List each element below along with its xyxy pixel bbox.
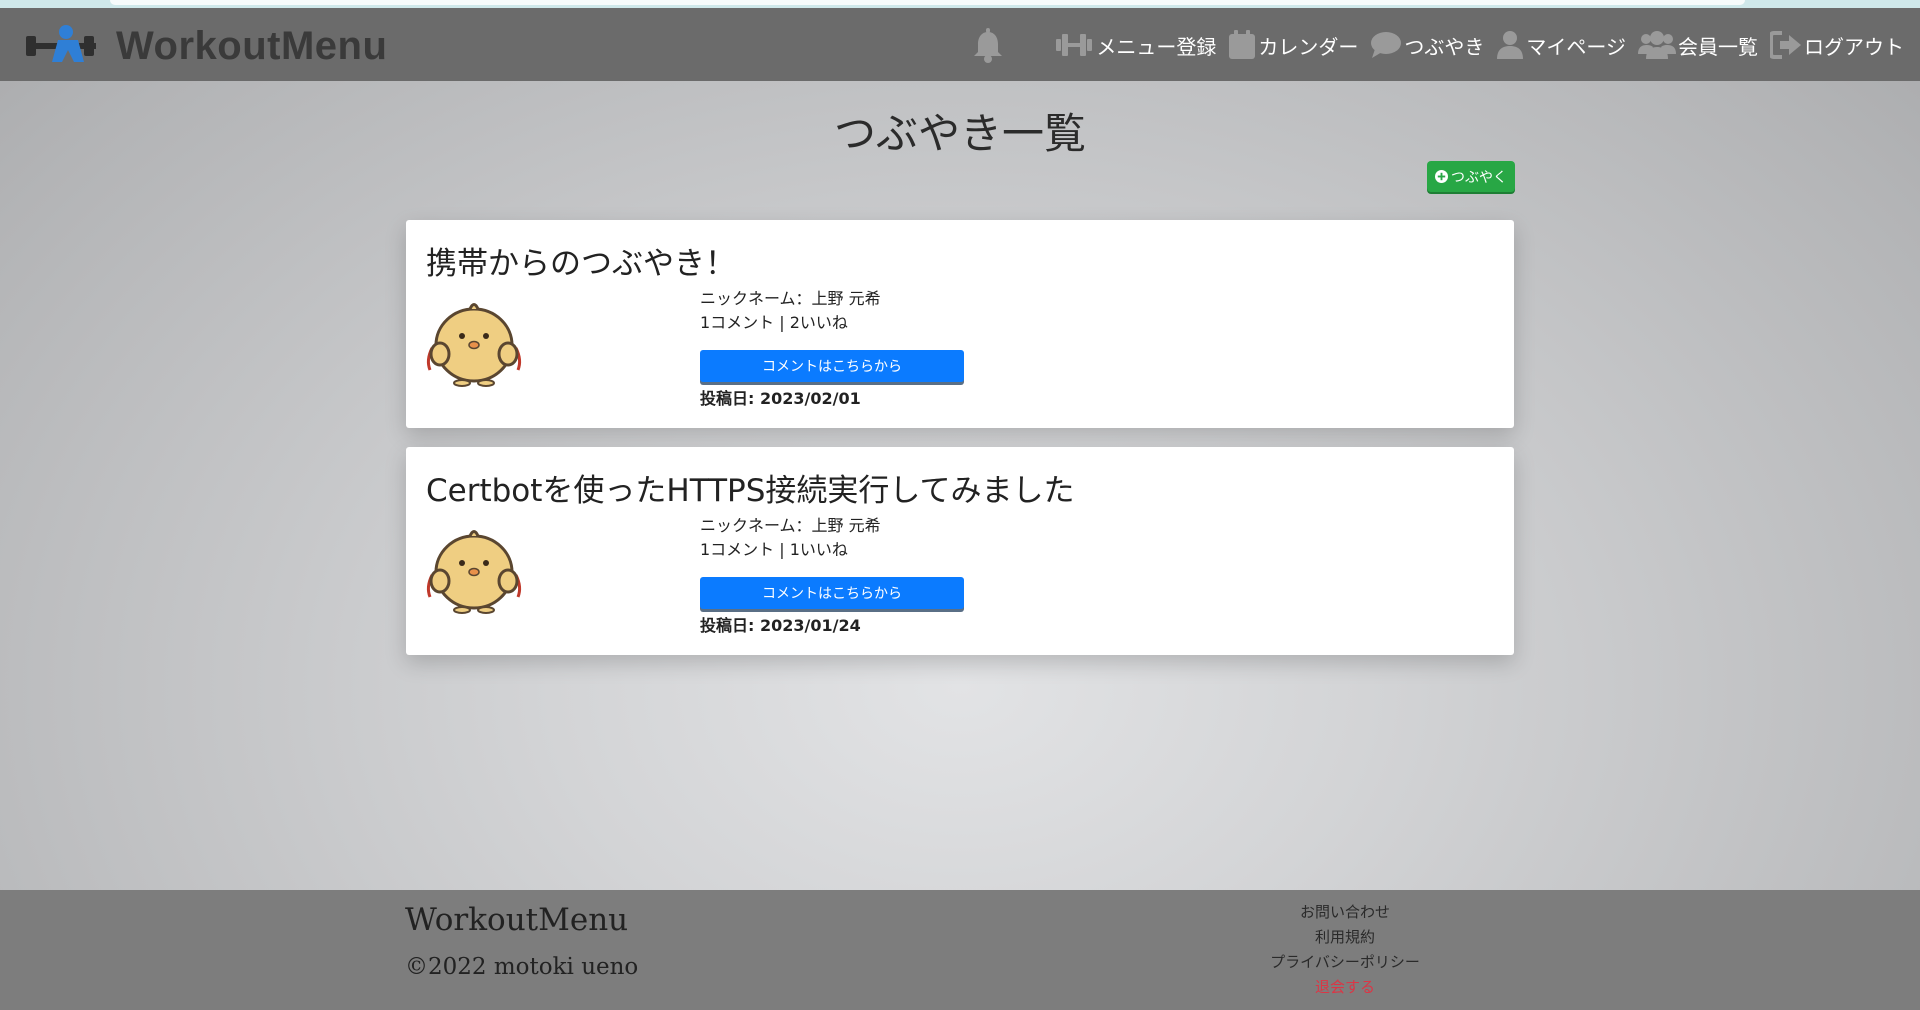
post-meta: ニックネーム：上野 元希 1コメント | 1いいね bbox=[700, 514, 881, 562]
post-meta: ニックネーム：上野 元希 1コメント | 2いいね bbox=[700, 287, 881, 335]
comment-button[interactable]: コメントはこちらから bbox=[700, 350, 964, 382]
nav-label: ログアウト bbox=[1804, 34, 1904, 59]
browser-top-strip bbox=[0, 0, 1920, 8]
avatar bbox=[426, 530, 522, 614]
footer-brand: WorkoutMenu bbox=[405, 902, 629, 938]
brand-name: WorkoutMenu bbox=[116, 23, 388, 68]
footer-link-terms[interactable]: 利用規約 bbox=[1265, 925, 1425, 950]
footer-link-privacy[interactable]: プライバシーポリシー bbox=[1265, 950, 1425, 975]
browser-address-bar bbox=[110, 0, 1745, 5]
nav-item-menu-register[interactable]: メニュー登録 bbox=[1054, 31, 1216, 60]
nav-item-members[interactable]: 会員一覧 bbox=[1638, 30, 1758, 60]
page-title: つぶやき一覧 bbox=[833, 109, 1086, 158]
post-date: 投稿日: 2023/02/01 bbox=[700, 389, 861, 408]
comment-button[interactable]: コメントはこちらから bbox=[700, 577, 964, 609]
footer-copyright: ©2022 motoki ueno bbox=[405, 954, 639, 980]
new-tweet-label: つぶやく bbox=[1451, 169, 1507, 186]
speech-bubble-icon bbox=[1371, 32, 1402, 58]
post-stats: 1コメント | 2いいね bbox=[700, 313, 848, 332]
footer: WorkoutMenu ©2022 motoki ueno お問い合わせ 利用規… bbox=[0, 890, 1920, 1010]
footer-links: お問い合わせ 利用規約 プライバシーポリシー 退会する bbox=[1265, 900, 1425, 1000]
footer-link-contact[interactable]: お問い合わせ bbox=[1265, 900, 1425, 925]
nav-item-calendar[interactable]: カレンダー bbox=[1228, 30, 1358, 60]
post-card: 携帯からのつぶやき！ ニックネーム：上野 元希 1コメント | 2いいね コメン… bbox=[406, 220, 1514, 428]
nav-item-tweets[interactable]: つぶやき bbox=[1370, 31, 1484, 60]
post-nickname: ニックネーム：上野 元希 bbox=[700, 516, 881, 535]
post-title[interactable]: Certbotを使ったHTTPS接続実行してみました bbox=[426, 465, 1075, 510]
dumbbell-icon bbox=[1056, 34, 1093, 56]
nav-label: カレンダー bbox=[1258, 34, 1359, 59]
post-title[interactable]: 携帯からのつぶやき！ bbox=[426, 238, 736, 283]
brand[interactable]: WorkoutMenu bbox=[18, 18, 387, 74]
logout-icon bbox=[1770, 31, 1801, 59]
nav-menu: メニュー登録 カレンダー つぶやき マイページ 会員一覧 ログアウト bbox=[1042, 25, 1904, 65]
nav-label: 会員一覧 bbox=[1678, 34, 1758, 59]
footer-link-withdraw[interactable]: 退会する bbox=[1265, 975, 1425, 1000]
avatar bbox=[426, 303, 522, 387]
bell-icon[interactable] bbox=[971, 28, 1005, 64]
nav-label: メニュー登録 bbox=[1096, 34, 1217, 59]
new-tweet-button[interactable]: つぶやく bbox=[1427, 161, 1515, 192]
post-date: 投稿日: 2023/01/24 bbox=[700, 616, 861, 635]
calendar-icon bbox=[1229, 30, 1256, 59]
post-stats: 1コメント | 1いいね bbox=[700, 540, 848, 559]
nav-item-mypage[interactable]: マイページ bbox=[1496, 30, 1626, 60]
users-icon bbox=[1638, 31, 1676, 59]
user-icon bbox=[1497, 31, 1524, 59]
navbar: WorkoutMenu メニュー登録 カレンダー つぶやき マイページ 会員一覧… bbox=[0, 8, 1920, 81]
nav-label: つぶやき bbox=[1404, 34, 1485, 59]
nav-label: マイページ bbox=[1526, 34, 1626, 59]
nav-item-logout[interactable]: ログアウト bbox=[1770, 31, 1904, 60]
post-card: Certbotを使ったHTTPS接続実行してみました ニックネーム：上野 元希 … bbox=[406, 447, 1514, 655]
post-nickname: ニックネーム：上野 元希 bbox=[700, 289, 881, 308]
brand-logo-icon bbox=[26, 25, 96, 62]
plus-circle-icon bbox=[1435, 170, 1448, 183]
